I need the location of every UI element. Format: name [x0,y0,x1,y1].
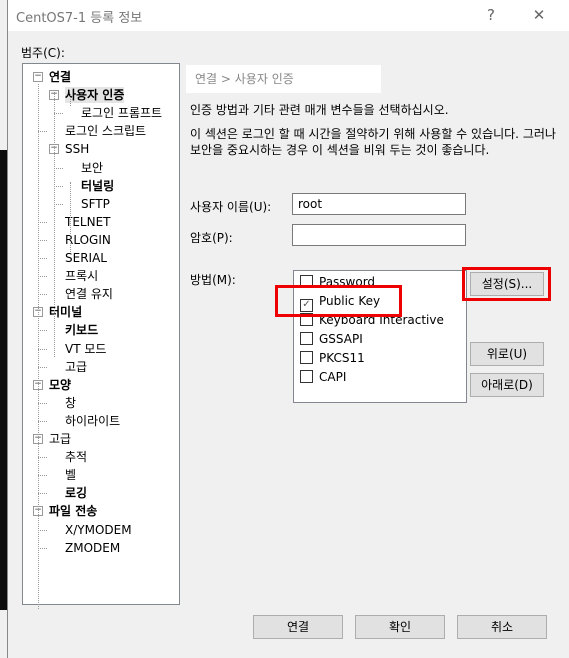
tree-connector [38,475,47,477]
tree-item[interactable]: 사용자 인증 [65,87,125,104]
tree-item[interactable]: SFTP [81,196,110,212]
close-button[interactable]: ✕ [524,4,554,26]
tree-connector [38,457,47,459]
method-label: GSSAPI [319,332,363,346]
tree-item[interactable]: 로그인 프롬프트 [81,105,162,121]
method-label: 방법(M): [190,273,236,287]
tree-connector [38,493,47,495]
tree-item[interactable]: 프록시 [65,268,98,284]
tree-item[interactable]: VT 모드 [65,341,106,357]
tree-item[interactable]: 창 [65,395,76,411]
method-option[interactable]: CAPI [300,368,346,386]
username-input[interactable] [292,193,466,215]
tree-connector [38,529,47,531]
tree-connector [70,94,71,106]
method-label: CAPI [319,370,347,384]
collapse-icon[interactable]: − [33,72,43,82]
tree-connector [38,547,47,549]
password-label: 암호(P): [190,231,233,245]
highlight-box-public-key [275,285,402,317]
tree-item[interactable]: X/YMODEM [65,522,132,538]
tree-item[interactable]: 고급 [49,431,71,447]
tree-connector [38,348,47,350]
description-note: 이 섹션은 로그인 할 때 시간을 절약하기 위해 사용할 수 있습니다. 그러… [190,127,556,157]
tree-item[interactable]: 연결 [49,69,71,85]
tree-item[interactable]: 추적 [65,449,87,465]
tree-connector [38,84,39,609]
tree-connector [38,221,47,223]
category-tree[interactable]: 연결 − 사용자 인증 − 로그인 프롬프트 로그인 스크립트 SSH − 보안 터널링 SFTP T… [22,63,180,609]
tree-item[interactable]: 키보드 [65,322,98,338]
tree-item[interactable]: ZMODEM [65,540,120,556]
tree-connector [38,330,47,332]
properties-dialog: CentOS7-1 등록 정보 ? ✕ 범주(C): 연결 − 사용자 인증 − 로그인… [7,0,569,658]
tree-item[interactable]: 고급 [65,359,87,375]
checkbox-icon[interactable] [300,332,313,345]
tree-item[interactable]: 벨 [65,467,76,483]
tree-connector [54,185,63,187]
username-label: 사용자 이름(U): [190,200,272,214]
method-label: PKCS11 [319,351,365,365]
checkbox-icon[interactable] [300,351,313,364]
tree-item[interactable]: 모양 [49,377,71,393]
tree-connector [38,276,47,278]
checkbox-icon[interactable] [300,370,313,383]
method-option[interactable]: GSSAPI [300,330,363,348]
category-label: 범주(C): [21,46,65,60]
highlight-box-settings [462,267,551,301]
tree-connector [54,92,55,357]
tree-connector [38,131,47,133]
tree-connector [38,258,47,259]
description-text: 인증 방법과 기타 관련 매개 변수들을 선택하십시오. [190,103,449,117]
move-up-button[interactable]: 위로(U) [470,342,544,366]
tree-connector [38,294,47,296]
password-input[interactable] [292,224,466,246]
tree-item[interactable]: TELNET [65,214,111,230]
tree-connector [38,239,47,241]
tree-connector [38,366,47,368]
tree-connector [54,203,63,205]
tree-connector [38,402,47,404]
tree-connector [54,167,63,169]
tree-item[interactable]: 로깅 [65,485,87,501]
tree-item[interactable]: 터널링 [81,178,114,194]
tree-connector [38,420,47,422]
ok-button[interactable]: 확인 [355,615,445,639]
tree-connector [54,113,63,115]
tree-item[interactable]: 파일 전송 [49,503,97,519]
tree-item[interactable]: 연결 유지 [65,286,113,302]
tree-item[interactable]: 보안 [81,160,103,176]
connect-button[interactable]: 연결 [253,615,343,639]
move-down-button[interactable]: 아래로(D) [470,373,544,397]
tree-item[interactable]: SERIAL [65,250,107,266]
breadcrumb: 연결 > 사용자 인증 [186,65,381,93]
tree-item[interactable]: RLOGIN [65,232,111,248]
window-title: CentOS7-1 등록 정보 [16,11,143,26]
tree-connector [70,182,71,252]
method-option[interactable]: PKCS11 [300,349,365,367]
tree-item[interactable]: 로그인 스크립트 [65,123,146,139]
title-bar: CentOS7-1 등록 정보 ? ✕ [8,0,569,31]
cancel-button[interactable]: 취소 [457,615,547,639]
tree-item[interactable]: SSH [65,141,89,157]
help-button[interactable]: ? [476,4,506,26]
tree-item[interactable]: 하이라이트 [65,413,120,429]
